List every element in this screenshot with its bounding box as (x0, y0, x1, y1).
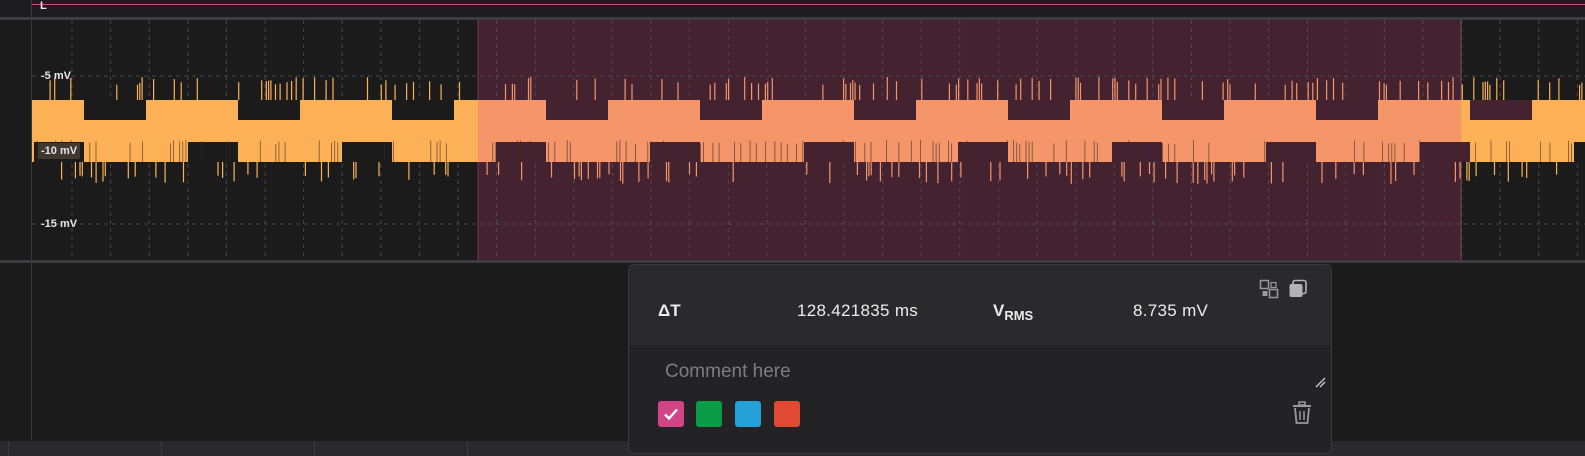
vrms-value: 8.735 mV (1133, 301, 1209, 320)
waveform-gap (1162, 100, 1224, 120)
vrms-label-sub: RMS (1004, 308, 1034, 323)
waveform-gap (546, 100, 608, 120)
waveform-gap (1112, 142, 1162, 162)
waveform-gap (188, 142, 238, 162)
waveform-plot[interactable]: -5 mV -10 mV -15 mV (0, 20, 1585, 262)
comment-input[interactable] (665, 357, 1285, 387)
waveform-svg (31, 20, 1585, 262)
waveform-gap (1008, 100, 1070, 120)
waveform-gap (1470, 100, 1532, 120)
y-axis-label-top: -5 mV (41, 70, 71, 82)
timeline-segment (467, 441, 620, 456)
delta-t-value: 128.421835 ms (797, 301, 919, 320)
plot-bottom-separator (0, 260, 1585, 263)
waveform-gap (1266, 142, 1316, 162)
split-view-icon[interactable] (1259, 279, 1279, 299)
y-axis-label-bottom: -15 mV (41, 218, 78, 230)
waveform-gap (854, 100, 916, 120)
timeline-segment (8, 441, 161, 456)
marker-line-l[interactable] (32, 4, 1585, 5)
waveform-gap (650, 142, 700, 162)
color-swatch-red[interactable] (774, 401, 800, 427)
color-swatch-blue[interactable] (735, 401, 761, 427)
top-marker-strip: L (0, 0, 1585, 18)
waveform-gap (238, 100, 300, 120)
measurement-panel: ΔT 128.421835 ms VRMS 8.735 mV (628, 264, 1332, 454)
copy-icon[interactable] (1288, 279, 1308, 299)
resize-grip-icon[interactable] (1314, 375, 1326, 388)
vrms-label: VRMS (993, 301, 1033, 323)
waveform-gap (392, 100, 454, 120)
waveform-gap (1316, 100, 1378, 120)
waveform-gap (1574, 142, 1585, 162)
color-swatch-pink[interactable] (658, 401, 684, 427)
trash-icon[interactable] (1291, 401, 1313, 425)
vrms-label-main: V (993, 301, 1005, 320)
delta-t-label: ΔT (658, 301, 681, 320)
waveform-gap (1420, 142, 1470, 162)
timeline-segment (314, 441, 467, 456)
waveform-gap (958, 142, 1008, 162)
checkmark-icon (664, 408, 678, 421)
timeline-segment (161, 441, 314, 456)
color-swatch-green[interactable] (696, 401, 722, 427)
y-axis-label-middle: -10 mV (38, 143, 81, 159)
waveform-gap (804, 142, 854, 162)
left-axis-line (31, 0, 32, 440)
measurement-row: ΔT 128.421835 ms VRMS 8.735 mV (629, 265, 1331, 345)
waveform-gap (700, 100, 762, 120)
waveform-gap (84, 100, 146, 120)
marker-label-l: L (40, 0, 47, 12)
